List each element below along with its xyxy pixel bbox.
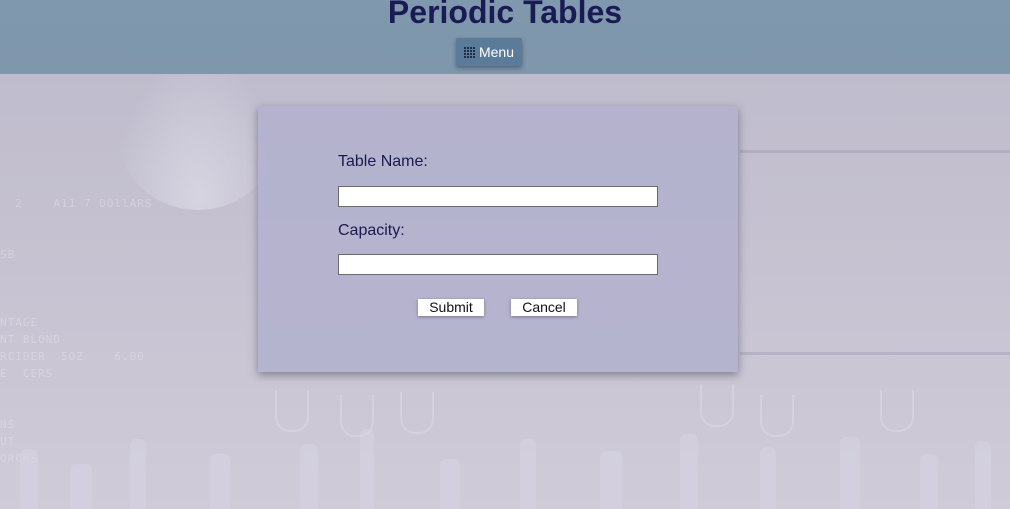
capacity-input[interactable] <box>338 254 658 275</box>
capacity-label: Capacity: <box>338 222 405 239</box>
submit-button[interactable]: Submit <box>418 299 484 316</box>
grid-icon <box>463 46 475 58</box>
site-header: Periodic Tables Menu <box>0 0 1010 74</box>
menu-button-label: Menu <box>478 44 515 60</box>
new-table-form: Table Name: Capacity: Submit Cancel <box>258 106 738 372</box>
menu-button[interactable]: Menu <box>456 38 522 66</box>
page-title: Periodic Tables <box>387 0 623 30</box>
table-name-label: Table Name: <box>338 153 428 170</box>
cancel-button[interactable]: Cancel <box>511 299 577 316</box>
table-name-input[interactable] <box>338 186 658 207</box>
